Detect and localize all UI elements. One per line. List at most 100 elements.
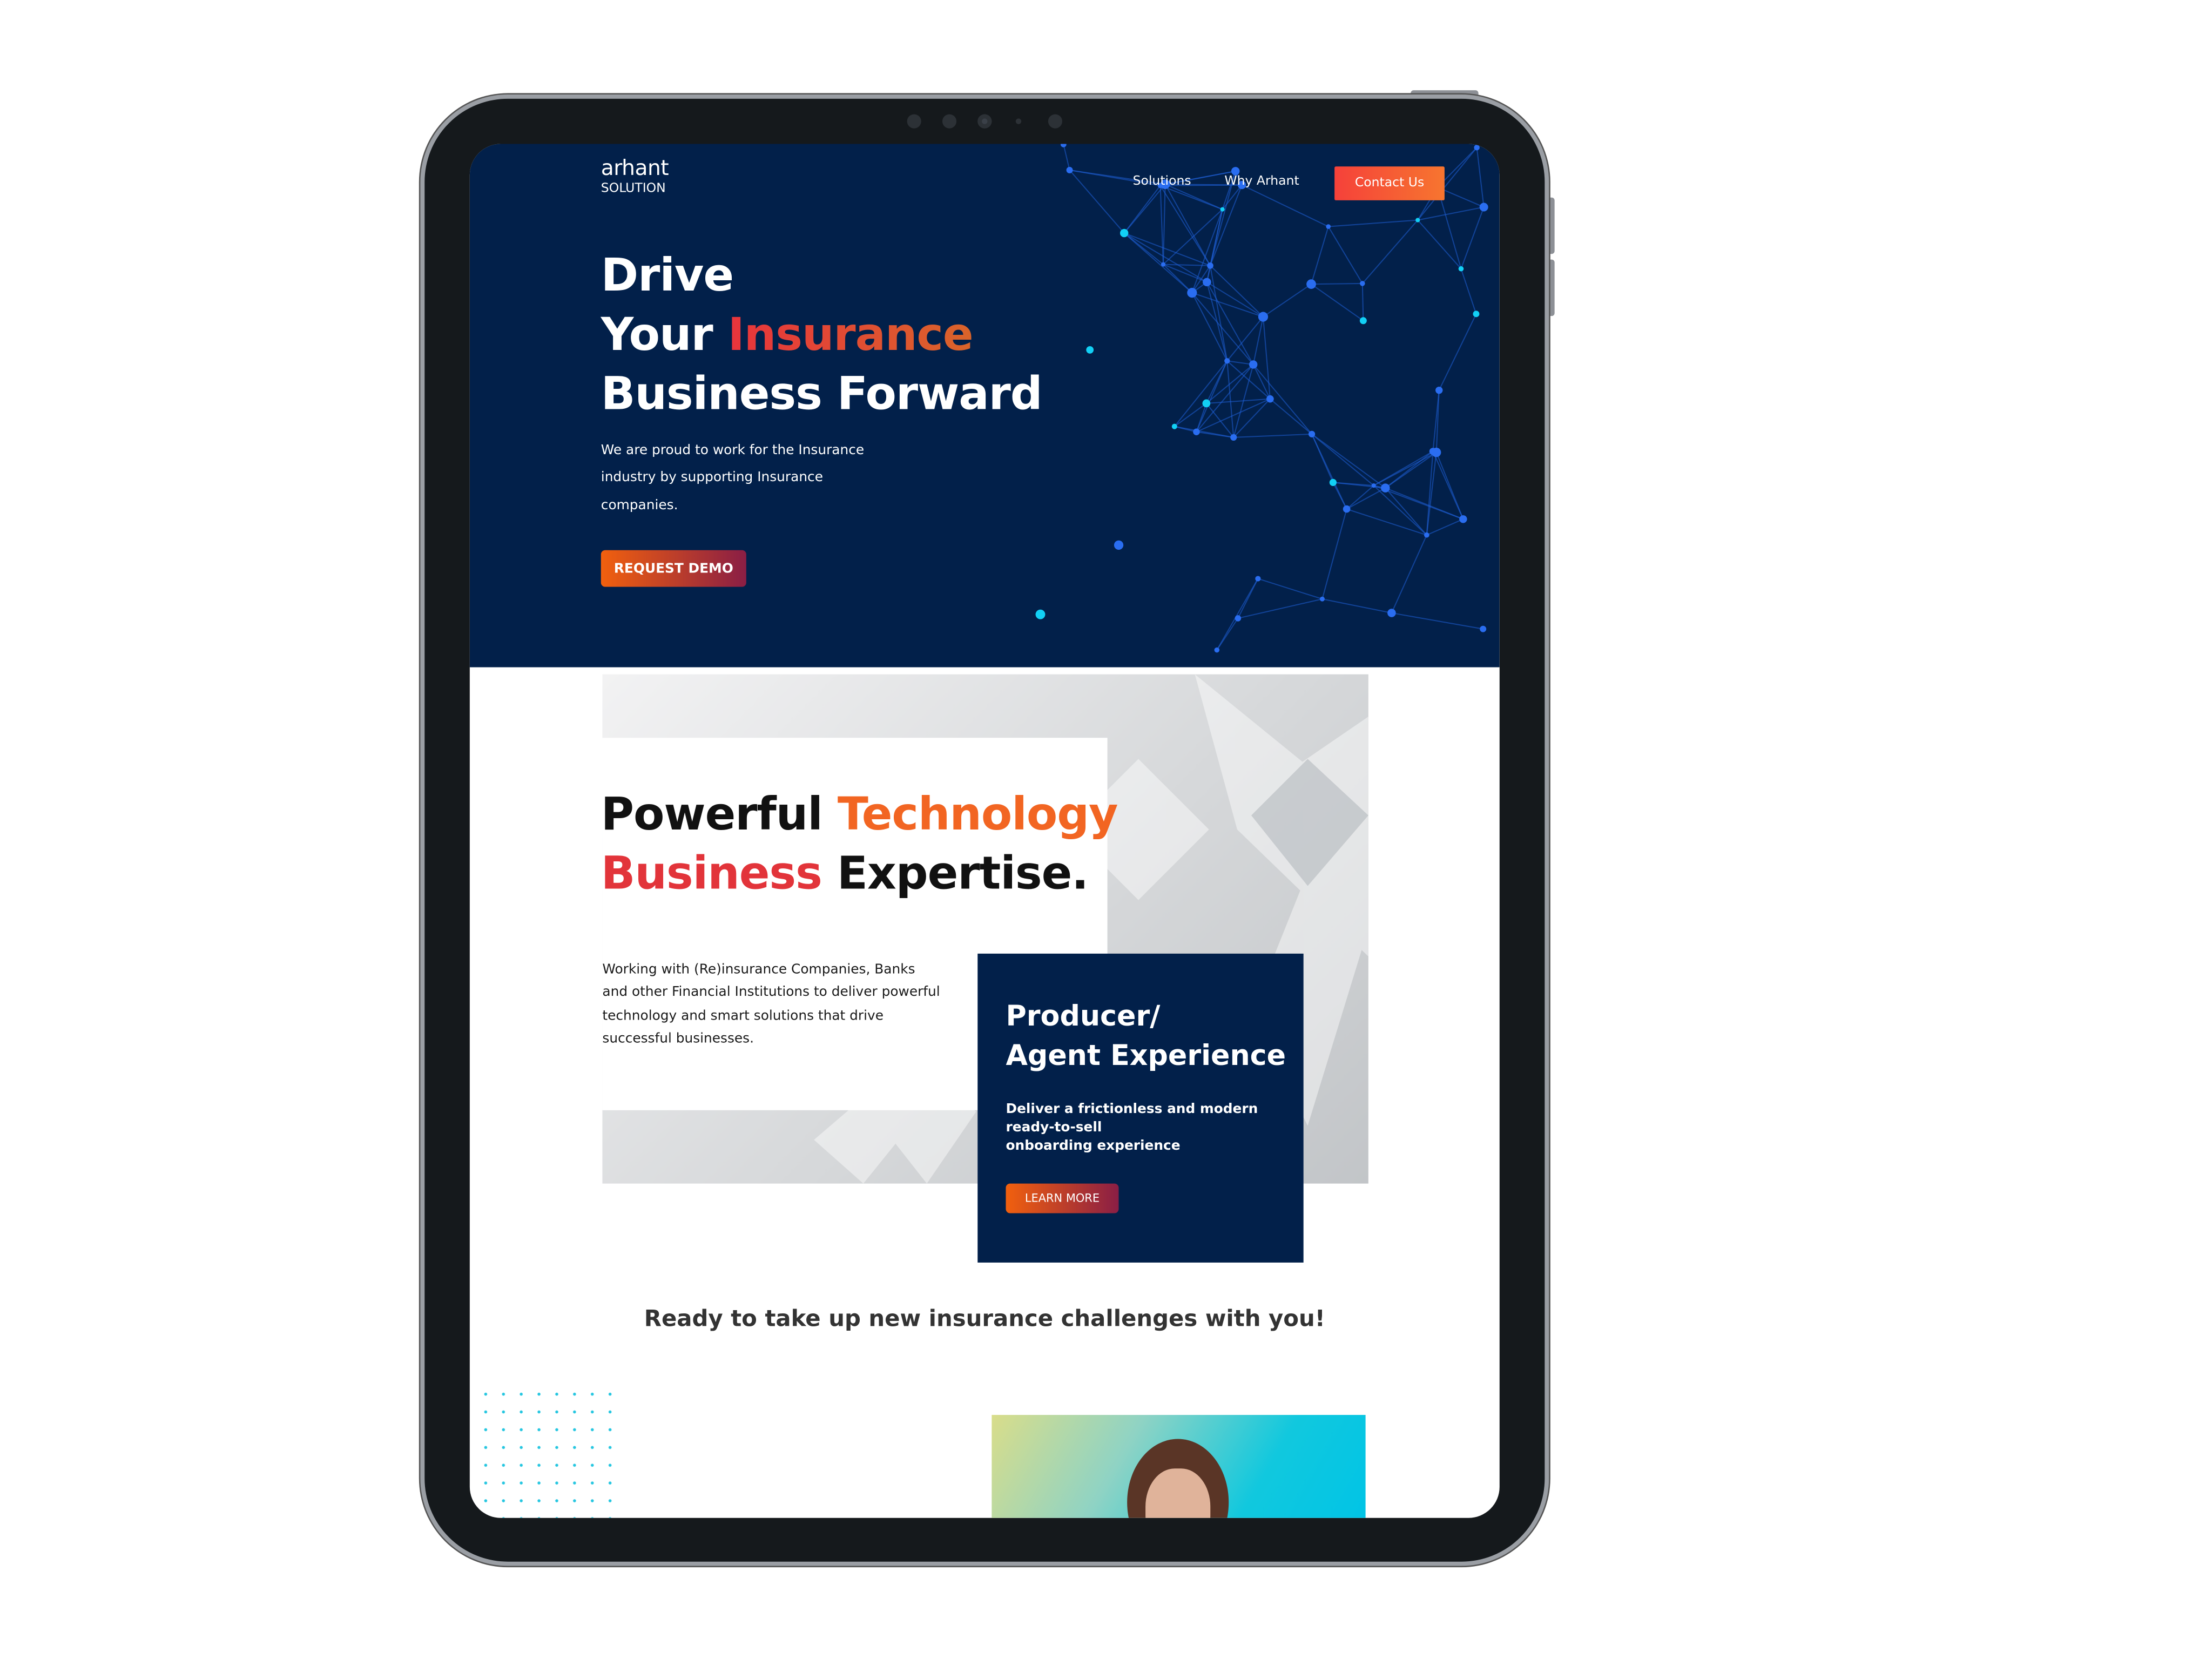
network-node — [1480, 625, 1487, 632]
nav-why-arhant[interactable]: Why Arhant — [1224, 175, 1299, 189]
network-line — [1159, 185, 1164, 265]
network-line — [1328, 219, 1418, 227]
network-line — [1163, 264, 1193, 293]
text: Your — [601, 307, 728, 361]
network-node — [1479, 203, 1488, 212]
nav-solutions[interactable]: Solutions — [1133, 175, 1191, 189]
network-line — [1311, 226, 1329, 285]
network-node — [1343, 505, 1351, 513]
network-line — [1311, 434, 1374, 486]
network-line — [1162, 184, 1166, 265]
network-line — [1069, 170, 1125, 234]
network-node — [1387, 609, 1396, 617]
network-node — [1326, 224, 1331, 229]
network-line — [1226, 361, 1235, 438]
network-node — [1161, 262, 1166, 267]
network-line — [1163, 264, 1211, 266]
network-line — [1321, 509, 1347, 599]
hero-title-line: Drive — [601, 248, 734, 302]
network-line — [1476, 147, 1485, 207]
network-node — [1207, 262, 1213, 269]
network-line — [1438, 313, 1477, 391]
highlight-text: Insurance — [727, 307, 974, 361]
network-line — [1270, 398, 1312, 435]
network-node — [1435, 386, 1443, 394]
network-node — [1224, 358, 1230, 364]
network-line — [1460, 268, 1477, 314]
network-line — [1206, 282, 1228, 361]
network-line — [1159, 185, 1211, 266]
network-line — [1460, 207, 1485, 269]
network-line — [1123, 184, 1166, 234]
network-line — [1252, 316, 1264, 365]
network-line — [1123, 232, 1193, 293]
network-line — [1311, 434, 1347, 510]
network-line — [1206, 281, 1254, 365]
camera-dot — [1048, 114, 1062, 129]
network-line — [1418, 206, 1484, 221]
network-node — [1086, 346, 1094, 354]
hero: arhant SOLUTION Solutions Why Arhant Con… — [469, 144, 1500, 667]
network-node — [1459, 515, 1467, 523]
camera-dot — [907, 114, 921, 129]
network-node — [1309, 430, 1316, 437]
network-node — [1266, 395, 1274, 403]
network-node — [1203, 278, 1211, 287]
camera-dot — [1015, 118, 1022, 124]
network-node — [1258, 312, 1269, 322]
network-line — [1063, 144, 1070, 171]
camera-lens — [977, 114, 992, 129]
logo[interactable]: arhant — [601, 155, 669, 180]
network-node — [1255, 576, 1261, 582]
network-node — [1235, 615, 1242, 622]
request-demo-button[interactable]: REQUEST DEMO — [601, 550, 746, 587]
network-line — [1258, 578, 1323, 600]
card-description: Deliver a frictionless and modern ready-t… — [1006, 1102, 1258, 1154]
network-node — [1360, 281, 1365, 286]
network-node — [1120, 228, 1129, 238]
network-line — [1233, 433, 1312, 438]
network-line — [1263, 284, 1312, 318]
network-line — [1226, 360, 1271, 400]
network-line — [1311, 434, 1386, 489]
network-node — [1371, 483, 1376, 488]
network-line — [1385, 450, 1433, 489]
network-node — [1060, 144, 1067, 147]
network-node — [1415, 218, 1420, 222]
network-line — [1391, 612, 1483, 630]
network-node — [1429, 448, 1437, 455]
network-line — [1216, 578, 1259, 651]
contact-us-button[interactable]: Contact Us — [1334, 166, 1445, 200]
network-node — [1114, 540, 1124, 550]
network-line — [1242, 184, 1329, 227]
hero-title-line: Your Insurance — [601, 305, 1042, 364]
network-line — [1311, 284, 1364, 321]
network-line — [1327, 226, 1363, 284]
camera-dot — [942, 114, 957, 129]
network-node — [1220, 207, 1225, 212]
hero-title-line: Business Forward — [601, 367, 1043, 421]
network-line — [1238, 598, 1323, 619]
network-line — [1174, 360, 1228, 427]
learn-more-button[interactable]: LEARN MORE — [1006, 1183, 1119, 1213]
text: Expertise. — [821, 846, 1089, 900]
network-node — [1230, 434, 1237, 441]
network-node — [1231, 167, 1240, 176]
network-line — [1206, 281, 1264, 318]
hero-title: Drive Your Insurance Business Forward — [601, 246, 1043, 423]
network-line — [1373, 450, 1433, 487]
network-line — [1361, 283, 1364, 321]
network-line — [1322, 598, 1392, 614]
network-node — [1214, 647, 1220, 653]
network-node — [1035, 609, 1046, 619]
tagline: Ready to take up new insurance challenge… — [644, 1305, 1325, 1332]
network-node — [1473, 311, 1480, 318]
network-line — [1206, 403, 1235, 438]
network-line — [1174, 426, 1197, 433]
card-title: Producer/Agent Experience — [1006, 999, 1286, 1073]
network-node — [1359, 317, 1367, 325]
network-line — [1362, 219, 1419, 284]
highlight-text: Technology — [837, 787, 1118, 841]
network-node — [1474, 145, 1480, 151]
network-line — [1373, 485, 1427, 536]
